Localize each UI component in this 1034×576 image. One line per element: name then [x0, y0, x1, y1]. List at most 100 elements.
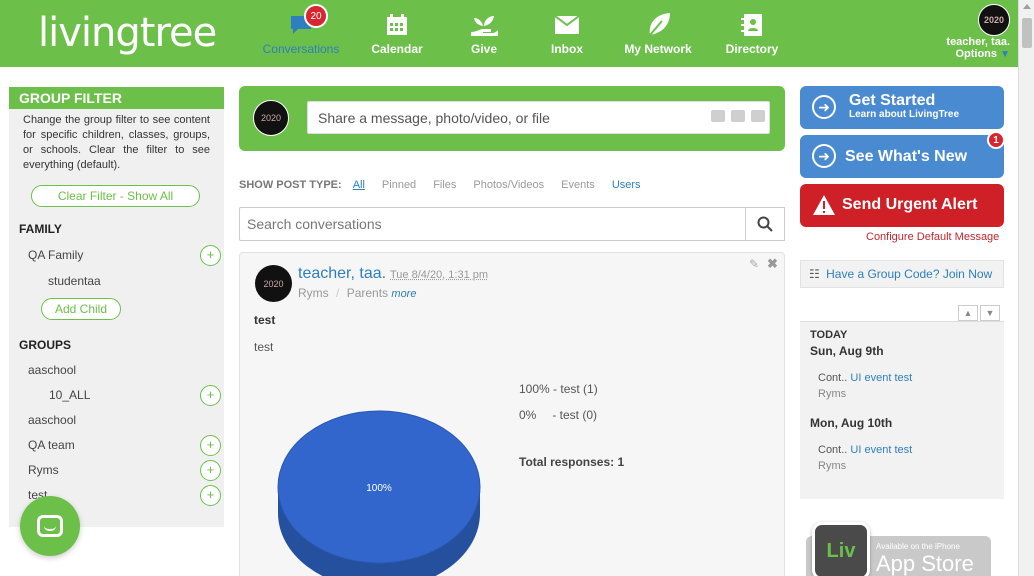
add-family-member-plus-icon[interactable]: + — [200, 245, 221, 266]
arrow-right-circle-icon: ➜ — [812, 95, 836, 119]
calendar-nav: ▲ ▼ — [958, 305, 1000, 321]
group-item-aaschool-2[interactable]: aaschool — [28, 413, 76, 427]
group-item-ryms[interactable]: Ryms — [28, 463, 59, 477]
whats-new-button[interactable]: ➜ See What's New 1 — [800, 135, 1004, 178]
user-options[interactable]: Options ▼ — [946, 48, 1010, 60]
upcoming-events-panel: TODAY Sun, Aug 9th Cont.. UI event test … — [800, 321, 1004, 499]
warning-icon — [812, 194, 836, 216]
arrow-right-circle-icon: ➜ — [812, 144, 836, 168]
post-type-events[interactable]: Events — [561, 179, 595, 191]
calendar-event-2-prefix: Cont.. — [818, 444, 847, 456]
group-code-label: Have a Group Code? Join Now — [826, 267, 992, 281]
post-type-photos-videos[interactable]: Photos/Videos — [473, 179, 544, 191]
group-code-link[interactable]: ☷ Have a Group Code? Join Now — [800, 260, 1004, 288]
user-name: teacher, taa. — [946, 36, 1010, 48]
page-scrollbar[interactable] — [1018, 0, 1034, 576]
pie-data-label: 100% — [366, 483, 392, 494]
app-store-big-text: App Store — [876, 551, 974, 576]
compose-avatar: 2020 — [253, 100, 289, 136]
post-type-filter: SHOW POST TYPE: All Pinned Files Photos/… — [239, 179, 658, 191]
nav-directory-label: Directory — [726, 42, 779, 56]
group-filter-title: GROUP FILTER — [9, 87, 224, 109]
camera-icon[interactable] — [711, 110, 725, 122]
nav-directory[interactable]: Directory — [726, 0, 778, 67]
scroll-up-arrow-icon[interactable] — [1023, 4, 1031, 9]
compose-input[interactable]: Share a message, photo/video, or file — [307, 101, 770, 134]
file-icon[interactable] — [751, 110, 765, 122]
calendar-day-2: Mon, Aug 10th — [810, 416, 892, 430]
user-avatar[interactable]: 2020 — [978, 4, 1010, 36]
nav-conversations-label: Conversations — [263, 42, 340, 56]
clear-filter-button[interactable]: Clear Filter - Show All — [31, 185, 200, 207]
group-filter-description: Change the group filter to see content f… — [9, 109, 224, 173]
leaf-icon — [644, 12, 672, 38]
family-item-qa-family[interactable]: QA Family — [28, 248, 83, 262]
address-book-icon — [740, 12, 764, 38]
caret-down-icon: ▼ — [1000, 49, 1010, 60]
nav-my-network-label: My Network — [624, 42, 691, 56]
poll-pie-chart: 100% — [240, 253, 786, 576]
calendar-event-1: Cont.. UI event test Ryms — [818, 372, 912, 400]
compose-attach-icons — [711, 110, 765, 122]
family-item-studentaa[interactable]: studentaa — [48, 274, 101, 288]
calendar-icon — [386, 12, 408, 38]
compose-bar: 2020 Share a message, photo/video, or fi… — [239, 86, 785, 151]
get-started-subtitle: Learn about LivingTree — [849, 109, 959, 120]
video-icon[interactable] — [731, 110, 745, 122]
nav-inbox[interactable]: Inbox — [545, 0, 589, 67]
post-type-users[interactable]: Users — [612, 179, 641, 191]
chevron-down-icon[interactable]: ▼ — [980, 305, 1000, 321]
post-type-label: SHOW POST TYPE: — [239, 179, 342, 191]
livingtree-logo[interactable]: livingtree — [38, 10, 216, 56]
post-type-files[interactable]: Files — [433, 179, 456, 191]
calendar-event-1-link[interactable]: UI event test — [850, 372, 912, 384]
nav-calendar-label: Calendar — [371, 42, 422, 56]
options-label: Options — [955, 48, 997, 60]
group-filter-panel: GROUP FILTER Change the group filter to … — [9, 87, 224, 527]
search-button[interactable] — [745, 207, 785, 241]
top-navigation-bar: livingtree 20 Conversations Calendar Giv… — [0, 0, 1018, 67]
group-ryms-plus-icon[interactable]: + — [200, 460, 221, 481]
add-child-button[interactable]: Add Child — [41, 298, 121, 320]
calendar-event-1-prefix: Cont.. — [818, 372, 847, 384]
family-heading: FAMILY — [19, 222, 62, 236]
calendar-event-2-group: Ryms — [818, 460, 912, 472]
group-item-10-all[interactable]: 10_ALL — [49, 388, 90, 402]
search-conversations-input[interactable]: Search conversations — [239, 207, 746, 241]
calendar-event-2: Cont.. UI event test Ryms — [818, 444, 912, 472]
livingtree-app-icon: Liv — [812, 522, 870, 576]
poll-option-1: 100% - test (1) — [519, 382, 598, 396]
nav-calendar[interactable]: Calendar — [368, 0, 426, 67]
send-urgent-alert-button[interactable]: Send Urgent Alert — [800, 184, 1004, 227]
configure-default-message-link[interactable]: Configure Default Message — [866, 231, 999, 243]
user-menu[interactable]: 2020 teacher, taa. Options ▼ — [946, 4, 1010, 60]
group-10-all-plus-icon[interactable]: + — [200, 385, 221, 406]
get-started-title: Get Started — [849, 92, 935, 110]
chevron-up-icon[interactable]: ▲ — [958, 305, 978, 321]
poll-option-2: 0% - test (0) — [519, 408, 597, 422]
group-test-plus-icon[interactable]: + — [200, 485, 221, 506]
post-type-all[interactable]: All — [353, 179, 365, 191]
poll-option-1-label: - test (1) — [553, 382, 598, 396]
whats-new-badge: 1 — [987, 131, 1005, 149]
calendar-day-1: Sun, Aug 9th — [810, 344, 884, 358]
chat-icon — [37, 515, 63, 537]
group-item-qa-team[interactable]: QA team — [28, 438, 75, 452]
post-card: 2020 teacher, taa. Tue 8/4/20, 1:31 pm R… — [239, 252, 785, 576]
urgent-alert-title: Send Urgent Alert — [842, 196, 977, 214]
group-item-aaschool[interactable]: aaschool — [28, 363, 76, 377]
scrollbar-thumb[interactable] — [1022, 18, 1032, 48]
group-qa-team-plus-icon[interactable]: + — [200, 435, 221, 456]
app-store-small-text: Available on the iPhone — [876, 542, 960, 551]
app-store-badge[interactable]: Liv Available on the iPhone App Store — [806, 536, 991, 576]
get-started-button[interactable]: ➜ Get Started Learn about LivingTree — [800, 86, 1004, 129]
nav-my-network[interactable]: My Network — [622, 0, 694, 67]
nav-give[interactable]: Give — [462, 0, 506, 67]
post-type-pinned[interactable]: Pinned — [382, 179, 416, 191]
calendar-event-2-link[interactable]: UI event test — [850, 444, 912, 456]
nav-conversations[interactable]: 20 Conversations — [262, 0, 340, 67]
sitemap-icon: ☷ — [809, 267, 820, 281]
live-chat-button[interactable] — [20, 496, 80, 556]
search-icon — [757, 216, 773, 232]
poll-option-1-pct: 100% — [519, 382, 550, 396]
